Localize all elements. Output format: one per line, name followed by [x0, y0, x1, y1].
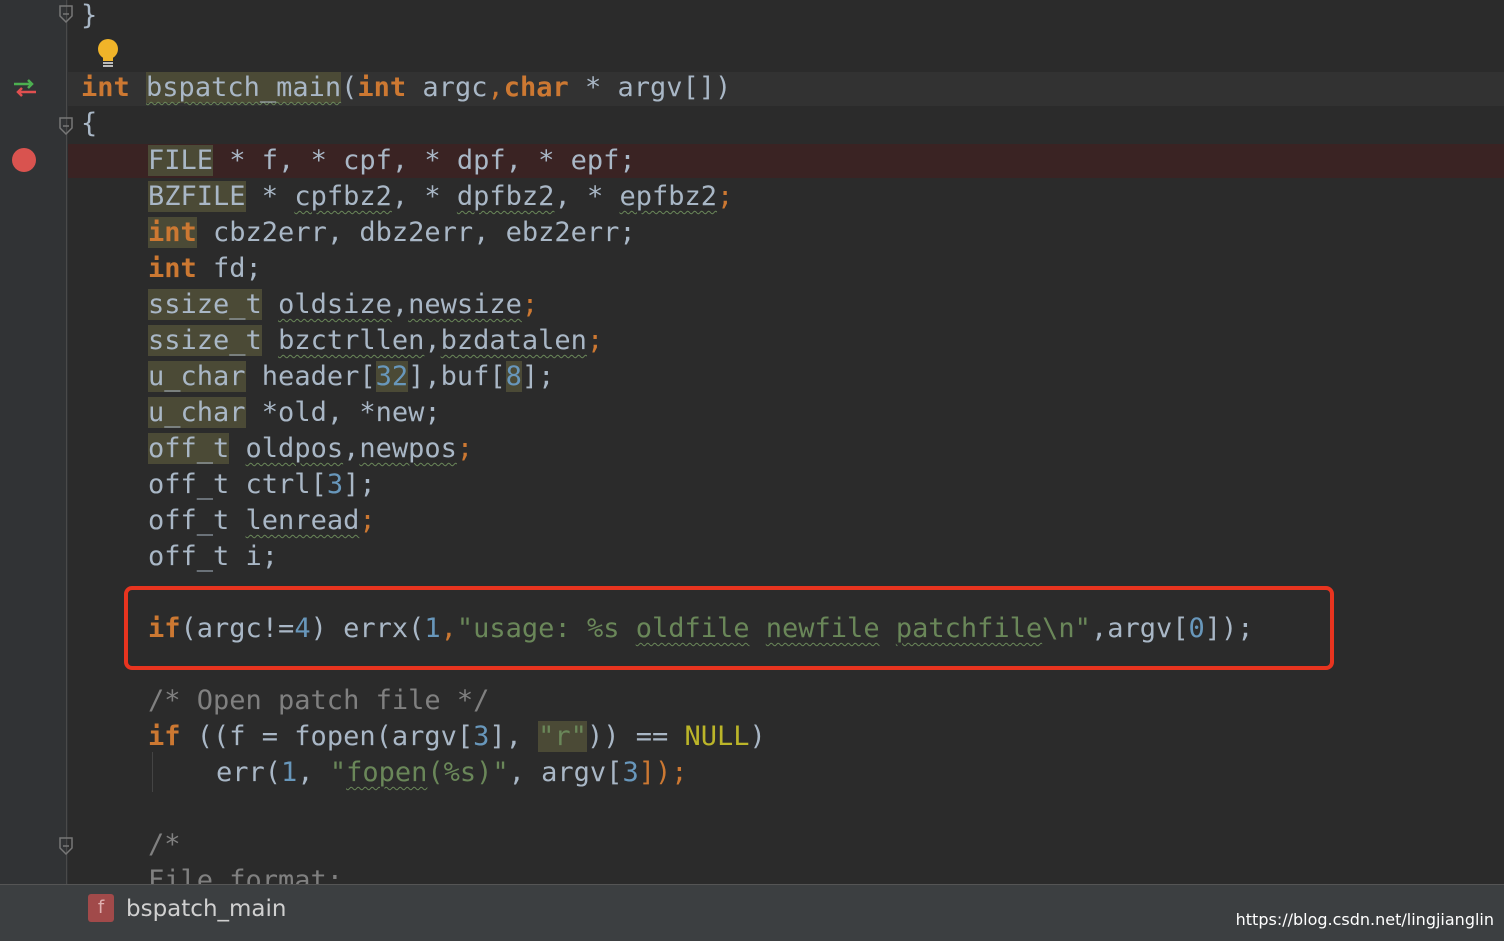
code-line: BZFILE * cpfbz2, * dpfbz2, * epfbz2;: [148, 181, 734, 212]
breakpoint-icon[interactable]: [11, 147, 37, 177]
code-line: u_char header[32],buf[8];: [148, 361, 555, 392]
function-icon: f: [88, 894, 114, 922]
code-editor[interactable]: } int bspatch_main(int argc,char * argv[…: [68, 0, 1504, 884]
code-line: off_t i;: [148, 541, 279, 572]
code-line-comment: /* Open patch file */: [148, 685, 490, 716]
code-line: off_t ctrl[3];: [148, 469, 376, 500]
implementation-arrows-icon[interactable]: [12, 78, 38, 102]
code-line: u_char *old, *new;: [148, 397, 441, 428]
code-line: if ((f = fopen(argv[3], "r")) == NULL): [148, 721, 766, 752]
code-line-comment: File format:: [148, 865, 344, 884]
code-line: int cbz2err, dbz2err, ebz2err;: [148, 217, 636, 248]
breadcrumb-function-name[interactable]: bspatch_main: [126, 892, 286, 926]
code-line: ssize_t oldsize,newsize;: [148, 289, 539, 320]
code-line: int fd;: [148, 253, 262, 284]
indent-guide: [152, 752, 153, 792]
code-line: off_t oldpos,newpos;: [148, 433, 474, 464]
code-line: }: [81, 0, 98, 31]
code-line: FILE * f, * cpf, * dpf, * epf;: [148, 145, 636, 176]
code-line: {: [81, 108, 98, 139]
code-line: off_t lenread;: [148, 505, 376, 536]
lightbulb-icon[interactable]: [95, 38, 121, 74]
highlight-annotation-box: [124, 586, 1334, 670]
code-line: ssize_t bzctrllen,bzdatalen;: [148, 325, 604, 356]
watermark-text: https://blog.csdn.net/lingjianglin: [1235, 910, 1494, 929]
code-line: err(1, "fopen(%s)", argv[3]);: [216, 757, 688, 788]
code-line-comment: /*: [148, 829, 181, 860]
code-line-function-signature: int bspatch_main(int argc,char * argv[]): [81, 72, 732, 103]
